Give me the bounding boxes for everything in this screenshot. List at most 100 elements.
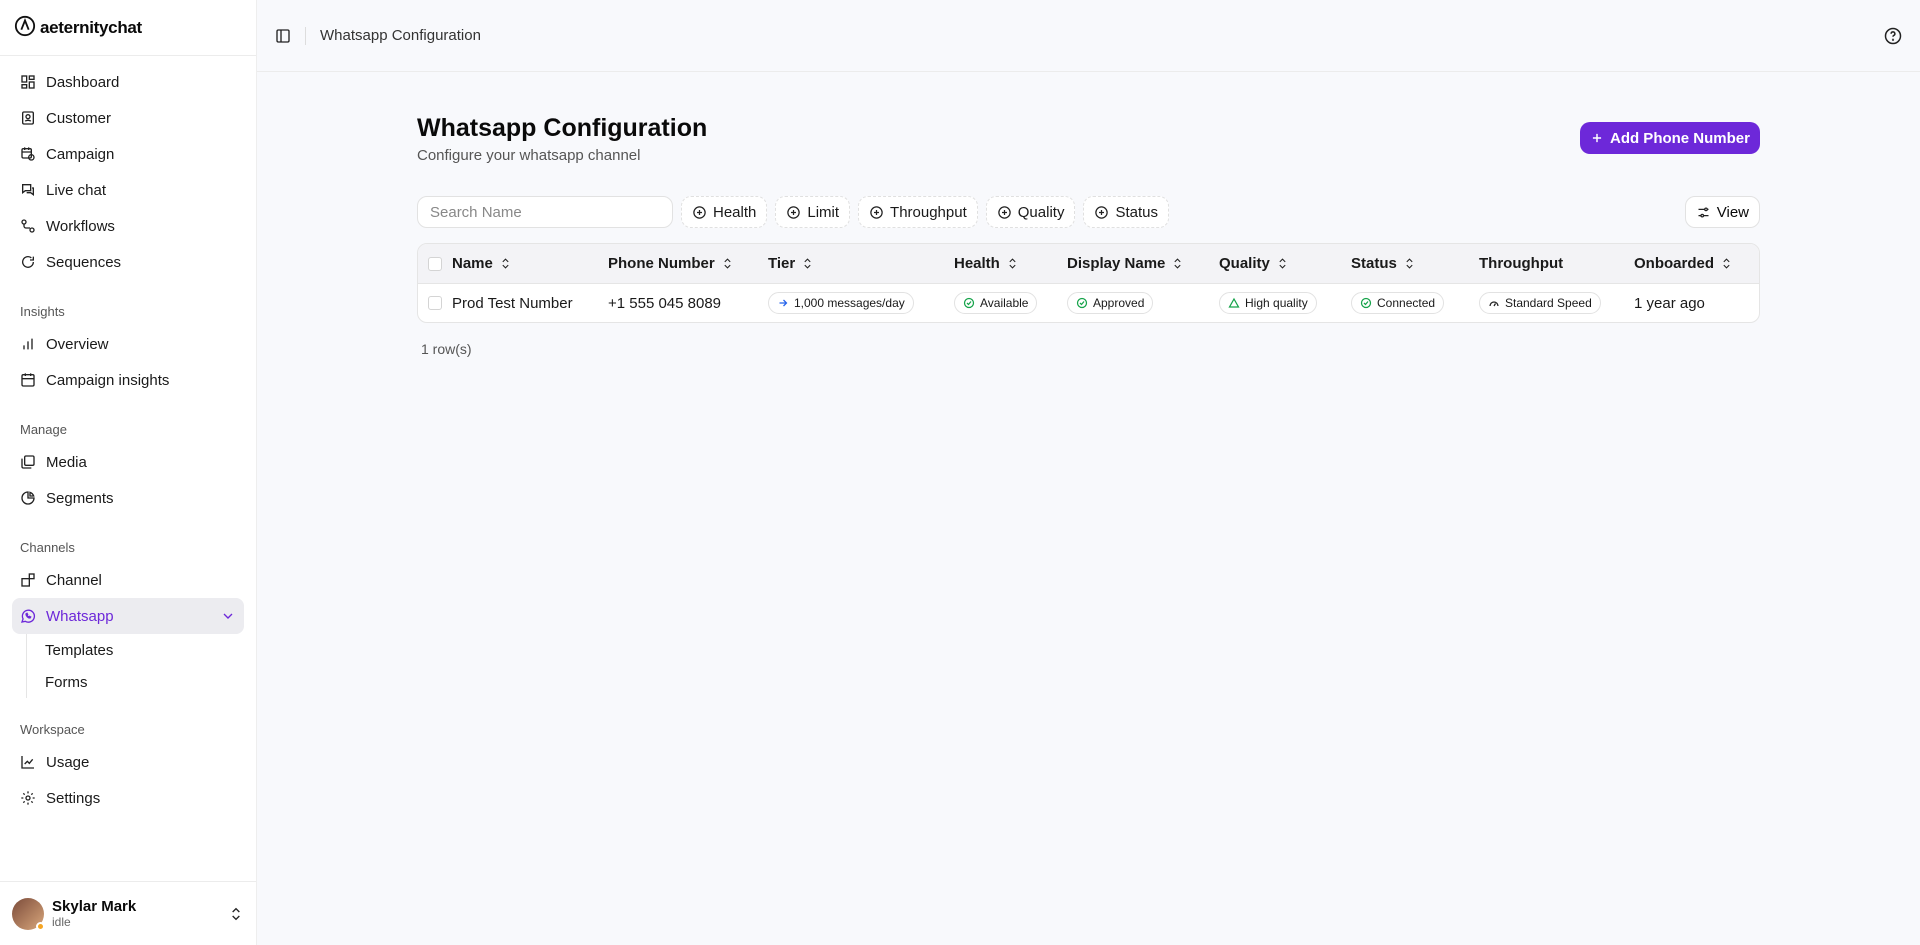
health-label: Available [980, 296, 1029, 310]
table-row[interactable]: Prod Test Number +1 555 045 8089 1,000 m… [418, 284, 1759, 322]
help-icon[interactable] [1884, 27, 1902, 45]
sort-icon [724, 258, 731, 269]
status-label: Connected [1377, 296, 1436, 310]
calendar-icon [21, 373, 35, 387]
add-phone-number-button[interactable]: Add Phone Number [1579, 122, 1760, 154]
column-header-health[interactable]: Health [944, 255, 1057, 272]
sidebar-item-workflows[interactable]: Workflows [12, 208, 244, 244]
calendar-clock-icon [21, 147, 35, 161]
sidebar-item-channel[interactable]: Channel [12, 562, 244, 598]
display-name-badge: Approved [1067, 292, 1154, 314]
sidebar-item-label: Segments [46, 489, 114, 507]
user-menu[interactable]: Skylar Mark idle [0, 881, 256, 945]
column-header-throughput: Throughput [1469, 255, 1624, 272]
sidebar-item-overview[interactable]: Overview [12, 326, 244, 362]
row-checkbox[interactable] [428, 296, 442, 310]
column-header-name[interactable]: Name [418, 255, 598, 272]
table-header: Name Phone Number Tier Health Display Na… [418, 244, 1759, 284]
column-header-display-name[interactable]: Display Name [1057, 255, 1209, 272]
page-header: Whatsapp Configuration Configure your wh… [417, 112, 1760, 164]
workflow-icon [21, 219, 35, 233]
column-header-tier[interactable]: Tier [758, 255, 944, 272]
filter-health[interactable]: Health [681, 196, 768, 228]
chevron-down-icon[interactable] [220, 608, 236, 624]
cell-name: Prod Test Number [418, 295, 598, 312]
section-label-insights: Insights [20, 303, 65, 319]
sidebar-nav: Dashboard Customer Campaign Live chat Wo… [0, 56, 256, 881]
filter-label: Quality [1017, 203, 1065, 221]
sidebar-item-live-chat[interactable]: Live chat [12, 172, 244, 208]
sidebar-item-media[interactable]: Media [12, 444, 244, 480]
sidebar-toggle-icon[interactable] [275, 28, 291, 44]
sidebar: aeternitychat Dashboard Customer Campaig… [0, 0, 256, 945]
quality-label: High quality [1245, 296, 1308, 310]
column-header-phone-number[interactable]: Phone Number [598, 255, 758, 272]
sort-icon [1009, 258, 1016, 269]
cell-onboarded: 1 year ago [1634, 294, 1705, 312]
sidebar-item-whatsapp[interactable]: Whatsapp [12, 598, 244, 634]
column-label: Name [452, 255, 493, 272]
main-area: Whatsapp Configuration Whatsapp Configur… [256, 0, 1920, 945]
whatsapp-submenu: Templates Forms [26, 634, 244, 698]
add-phone-number-label: Add Phone Number [1609, 129, 1750, 147]
tier-badge: 1,000 messages/day [768, 292, 914, 314]
line-chart-icon [21, 756, 34, 769]
sidebar-item-customer[interactable]: Customer [12, 100, 244, 136]
filter-quality[interactable]: Quality [985, 196, 1076, 228]
column-label: Tier [768, 255, 796, 272]
sidebar-item-label: Whatsapp [46, 607, 114, 625]
sidebar-item-label: Campaign insights [46, 371, 170, 389]
display-name-label: Approved [1093, 296, 1145, 310]
status-badge: Connected [1351, 292, 1445, 314]
sidebar-item-label: Overview [46, 335, 109, 353]
sidebar-item-sequences[interactable]: Sequences [12, 244, 244, 280]
view-options-button[interactable]: View [1684, 196, 1760, 228]
sidebar-subitem-templates[interactable]: Templates [45, 634, 244, 666]
sidebar-item-label: Customer [46, 109, 112, 127]
user-status: idle [52, 915, 71, 929]
topbar: Whatsapp Configuration [257, 0, 1920, 72]
phone-numbers-table: Name Phone Number Tier Health Display Na… [417, 243, 1760, 323]
divider [305, 26, 306, 45]
chevrons-up-down-icon[interactable] [228, 906, 244, 922]
sidebar-item-settings[interactable]: Settings [12, 780, 244, 816]
plus-circle-icon [870, 205, 883, 219]
sort-icon [1723, 258, 1730, 269]
filter-limit[interactable]: Limit [775, 196, 851, 228]
column-label: Quality [1219, 255, 1270, 272]
select-all-checkbox[interactable] [428, 256, 442, 271]
sidebar-item-segments[interactable]: Segments [12, 480, 244, 516]
sidebar-item-usage[interactable]: Usage [12, 744, 244, 780]
filter-label: Limit [807, 203, 840, 221]
column-header-onboarded[interactable]: Onboarded [1624, 255, 1759, 272]
sort-icon [1174, 258, 1181, 269]
sidebar-subitem-forms[interactable]: Forms [45, 666, 244, 698]
sliders-icon [1698, 207, 1709, 217]
health-badge: Available [954, 292, 1038, 314]
plus-circle-icon [787, 205, 801, 219]
filter-label: Status [1115, 203, 1158, 221]
page-title: Whatsapp Configuration [417, 114, 708, 142]
avatar [12, 897, 45, 931]
status-dot [36, 921, 45, 931]
sidebar-item-label: Campaign [46, 145, 115, 163]
filter-status[interactable]: Status [1083, 196, 1169, 228]
gallery-icon [21, 455, 35, 469]
sidebar-item-dashboard[interactable]: Dashboard [12, 64, 244, 100]
column-label: Health [954, 255, 1000, 272]
sidebar-item-campaign[interactable]: Campaign [12, 136, 244, 172]
table-toolbar: Health Limit Throughput Quality Status [417, 196, 1760, 228]
chat-icon [22, 184, 34, 196]
column-header-quality[interactable]: Quality [1209, 255, 1341, 272]
column-header-status[interactable]: Status [1341, 255, 1469, 272]
sidebar-item-label: Settings [46, 789, 101, 807]
column-label: Display Name [1067, 255, 1166, 272]
sidebar-item-label: Live chat [46, 181, 107, 199]
brand[interactable]: aeternitychat [0, 0, 256, 56]
app-root: aeternitychat Dashboard Customer Campaig… [0, 0, 1920, 945]
section-label-workspace: Workspace [20, 721, 85, 737]
filter-throughput[interactable]: Throughput [858, 196, 978, 228]
sidebar-item-campaign-insights[interactable]: Campaign insights [12, 362, 244, 398]
search-input[interactable] [417, 196, 673, 228]
bar-chart-icon [23, 338, 33, 350]
